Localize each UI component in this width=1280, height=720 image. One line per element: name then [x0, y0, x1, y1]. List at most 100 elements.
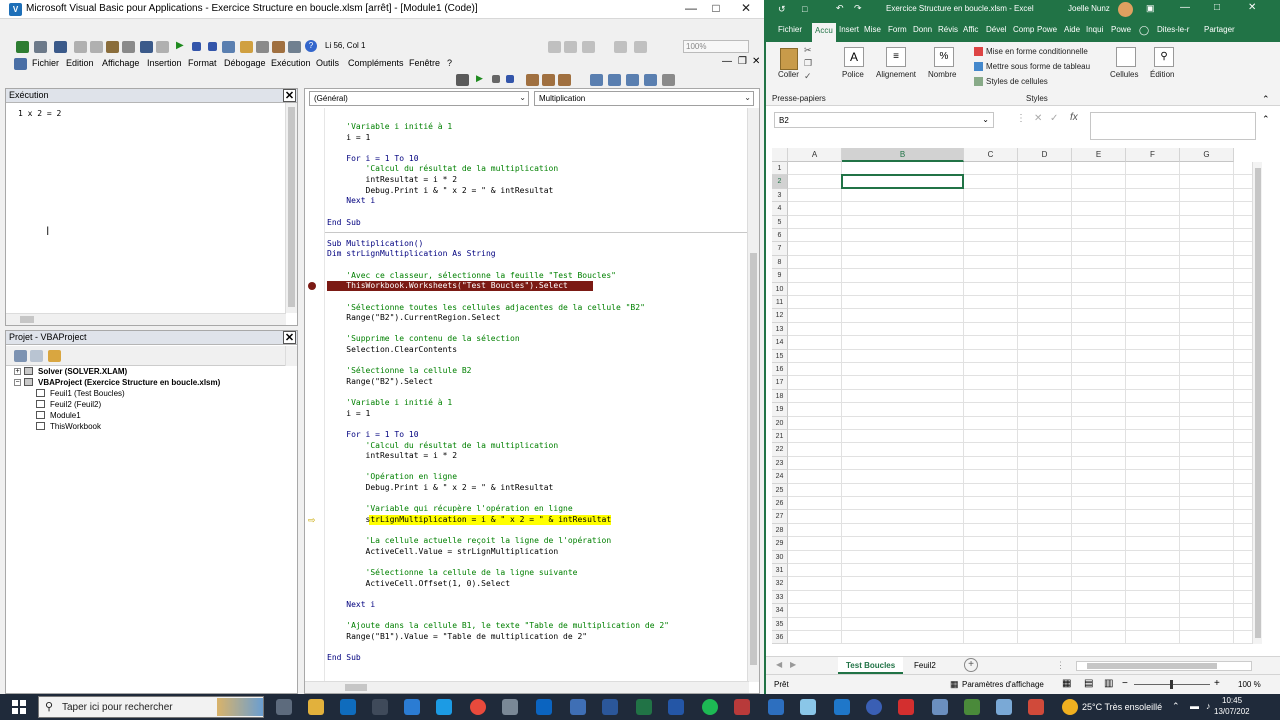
code-line[interactable]: intResultat = i * 2: [327, 175, 458, 185]
code-line[interactable]: 'Opération en ligne: [327, 472, 458, 482]
mise-en-forme-button[interactable]: Mise en forme conditionnelle: [986, 47, 1088, 56]
outdent-icon[interactable]: [564, 41, 577, 53]
code-line[interactable]: 'Avec ce classeur, sélectionne la feuill…: [327, 271, 616, 281]
row-header[interactable]: 31: [772, 564, 788, 578]
row-header[interactable]: 1: [772, 162, 788, 176]
immediate-window[interactable]: Exécution ✕ 1 x 2 = 2 I: [5, 88, 298, 326]
code-line[interactable]: intResultat = i * 2: [327, 451, 458, 461]
row-header[interactable]: 10: [772, 282, 788, 296]
menu-affichage[interactable]: Affichage: [102, 58, 139, 68]
excel-taskbar-icon[interactable]: [636, 699, 652, 715]
zoom-in-icon[interactable]: +: [1214, 678, 1220, 689]
tab-power-pivot[interactable]: Powe: [1037, 25, 1057, 34]
ribbon-collapse-icon[interactable]: ⌃: [1262, 94, 1270, 105]
code-line[interactable]: Range("B2").Select: [327, 377, 433, 387]
excel-maximize-icon[interactable]: □: [1214, 2, 1220, 13]
toggle-folders-icon[interactable]: [48, 350, 61, 362]
clock-date[interactable]: 13/07/202: [1214, 707, 1250, 716]
sheet-hscroll[interactable]: [1076, 661, 1252, 671]
child-minimize-icon[interactable]: —: [722, 56, 732, 67]
tab-mise-en-page[interactable]: Mise: [864, 25, 881, 34]
menu-insertion[interactable]: Insertion: [147, 58, 182, 68]
app6-icon[interactable]: [866, 699, 882, 715]
add-sheet-icon[interactable]: +: [964, 658, 978, 672]
copy-icon[interactable]: [90, 41, 103, 53]
tree-item-thisworkbook[interactable]: ThisWorkbook: [50, 422, 101, 431]
row-header[interactable]: 27: [772, 510, 788, 524]
run-icon[interactable]: ▶: [176, 40, 184, 51]
share-button[interactable]: Partager: [1204, 25, 1235, 34]
styles-cellules-button[interactable]: Styles de cellules: [986, 77, 1048, 86]
row-header[interactable]: 20: [772, 416, 788, 430]
tell-me-search[interactable]: Dites-le-r: [1157, 25, 1189, 34]
insert-userform-icon[interactable]: [34, 41, 47, 53]
active-cell-b2[interactable]: [841, 174, 964, 189]
weather-text[interactable]: 25°C Très ensoleillé: [1082, 702, 1162, 712]
sheet-tab-test-boucles[interactable]: Test Boucles: [838, 657, 904, 674]
code-line[interactable]: End Sub: [327, 653, 361, 663]
row-header[interactable]: 33: [772, 590, 788, 605]
outlook-icon[interactable]: [536, 699, 552, 715]
flag-icon[interactable]: [734, 699, 750, 715]
confirm-icon[interactable]: ✓: [1050, 113, 1058, 124]
menu-execution[interactable]: Exécution: [271, 58, 311, 68]
code-line[interactable]: 'Sélectionne toutes les cellules adjacen…: [327, 303, 645, 313]
code-line[interactable]: 'Supprime le contenu de la sélection: [327, 334, 519, 344]
formula-options-icon[interactable]: ⋮: [1016, 113, 1026, 124]
zoom-out-icon[interactable]: −: [1122, 678, 1128, 689]
maximize-icon[interactable]: □: [705, 1, 727, 15]
immediate-icon[interactable]: [608, 74, 621, 86]
zoom-level[interactable]: 100 %: [1238, 680, 1261, 689]
tab-inquire[interactable]: Inqui: [1086, 25, 1103, 34]
cells-icon[interactable]: [1116, 47, 1136, 67]
row-header[interactable]: 4: [772, 202, 788, 216]
code-line[interactable]: 'Calcul du résultat de la multiplication: [327, 164, 559, 174]
tab-formules[interactable]: Form: [888, 25, 907, 34]
call-stack-icon[interactable]: [662, 74, 675, 86]
autosave-icon[interactable]: ↺: [778, 4, 786, 15]
menu-fichier[interactable]: Fichier: [32, 58, 59, 68]
row-header[interactable]: 16: [772, 363, 788, 377]
paste-icon[interactable]: [780, 48, 798, 70]
code-line[interactable]: 'Variable i initié à 1: [327, 122, 452, 132]
code-line[interactable]: Range("B1").Value = "Table de multiplica…: [327, 632, 587, 642]
column-header[interactable]: A: [788, 148, 842, 162]
code-line[interactable]: Range("B2").CurrentRegion.Select: [327, 313, 500, 323]
watch-icon[interactable]: [626, 74, 639, 86]
toolbox-icon[interactable]: [288, 41, 301, 53]
tree-item-feuil2[interactable]: Feuil2 (Feuil2): [50, 400, 101, 409]
row-header[interactable]: 19: [772, 403, 788, 417]
mail-icon[interactable]: [404, 699, 420, 715]
app5-icon[interactable]: [834, 699, 850, 715]
sheet-prev-icon[interactable]: ◀: [776, 660, 782, 669]
step-over-icon[interactable]: [542, 74, 555, 86]
row-header[interactable]: 7: [772, 242, 788, 256]
project-explorer-icon[interactable]: [240, 41, 253, 53]
immediate-hscroll[interactable]: [6, 313, 286, 325]
close-icon[interactable]: ✕: [735, 1, 757, 15]
row-header[interactable]: 29: [772, 537, 788, 551]
procedure-combo[interactable]: Multiplication ⌄: [534, 91, 754, 106]
row-header[interactable]: 11: [772, 296, 788, 310]
undo-icon[interactable]: [140, 41, 153, 53]
sheet-hscroll-thumb[interactable]: [1087, 663, 1217, 669]
word-icon[interactable]: [602, 699, 618, 715]
task-view-icon[interactable]: [276, 699, 292, 715]
row-header[interactable]: 12: [772, 309, 788, 323]
stop-icon[interactable]: [506, 75, 514, 83]
column-header[interactable]: E: [1072, 148, 1126, 162]
zoom-slider-thumb[interactable]: [1170, 680, 1173, 689]
code-margin[interactable]: [305, 108, 325, 682]
app-icon[interactable]: [372, 699, 388, 715]
tab-split-icon[interactable]: ⋮: [1056, 660, 1065, 671]
code-hscroll-thumb[interactable]: [345, 684, 367, 691]
row-header[interactable]: 13: [772, 322, 788, 337]
menu-outils[interactable]: Outils: [316, 58, 339, 68]
code-line[interactable]: Next i: [327, 196, 375, 206]
code-line[interactable]: Debug.Print i & " x 2 = " & intResultat: [327, 483, 554, 493]
align-icon[interactable]: [614, 41, 627, 53]
row-header[interactable]: 34: [772, 604, 788, 618]
column-header[interactable]: G: [1180, 148, 1234, 162]
tree-expand-icon[interactable]: +: [14, 368, 21, 375]
column-header[interactable]: B: [842, 148, 964, 162]
